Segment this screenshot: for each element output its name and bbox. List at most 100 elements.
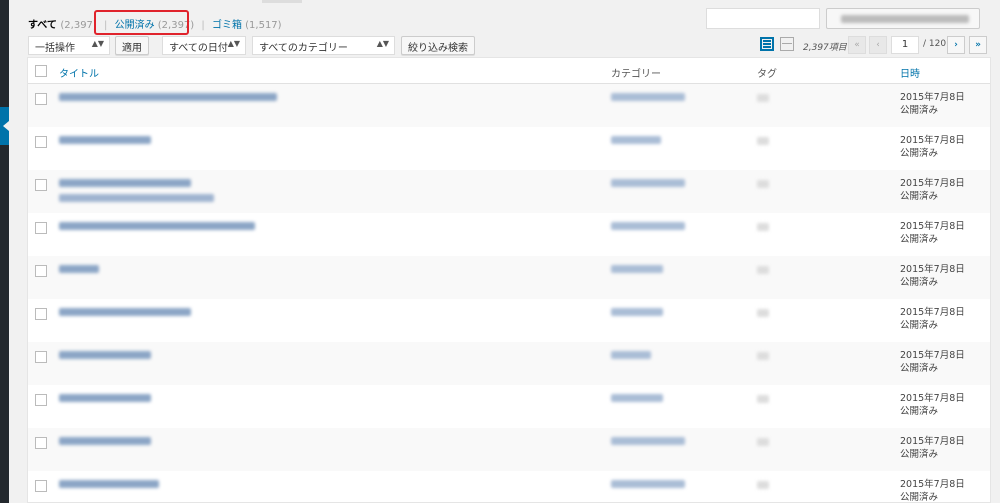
excerpt-view-icon[interactable]	[780, 37, 794, 51]
title-column-header[interactable]: タイトル	[59, 65, 99, 80]
post-title-link[interactable]	[59, 222, 255, 230]
post-title-link[interactable]	[59, 136, 151, 144]
post-date: 2015年7月8日 公開済み	[900, 392, 965, 418]
post-date-value: 2015年7月8日	[900, 135, 965, 146]
post-date-value: 2015年7月8日	[900, 436, 965, 447]
post-category-link[interactable]	[611, 179, 685, 187]
post-date-value: 2015年7月8日	[900, 264, 965, 275]
top-decoration	[262, 0, 302, 3]
post-tag	[757, 309, 769, 317]
row-checkbox[interactable]	[35, 437, 47, 449]
post-date-value: 2015年7月8日	[900, 307, 965, 318]
post-category-link[interactable]	[611, 351, 651, 359]
post-date-value: 2015年7月8日	[900, 479, 965, 490]
current-page-input[interactable]: 1	[891, 36, 919, 54]
row-checkbox[interactable]	[35, 308, 47, 320]
post-tag	[757, 481, 769, 489]
post-category-link[interactable]	[611, 93, 685, 101]
post-date: 2015年7月8日 公開済み	[900, 435, 965, 461]
post-category-link[interactable]	[611, 437, 685, 445]
post-category-link[interactable]	[611, 136, 661, 144]
post-category-link[interactable]	[611, 480, 685, 488]
date-filter-select[interactable]: すべての日付 ▲▼	[162, 36, 246, 55]
post-category-link[interactable]	[611, 222, 685, 230]
table-header: タイトル カテゴリー タグ 日時	[28, 58, 990, 84]
filter-button[interactable]: 絞り込み検索	[401, 36, 475, 55]
post-title-link[interactable]	[59, 265, 99, 273]
search-button[interactable]	[826, 8, 980, 29]
table-row: 2015年7月8日 公開済み	[28, 213, 990, 256]
status-trash-link[interactable]: ゴミ箱 (1,517)	[212, 20, 282, 31]
post-status: 公開済み	[900, 148, 939, 159]
post-title-link[interactable]	[59, 308, 191, 316]
post-category-link[interactable]	[611, 308, 663, 316]
row-checkbox[interactable]	[35, 265, 47, 277]
post-date-value: 2015年7月8日	[900, 350, 965, 361]
post-status: 公開済み	[900, 234, 939, 245]
bulk-actions-select[interactable]: 一括操作 ▲▼	[28, 36, 110, 55]
next-page-button[interactable]: ›	[947, 36, 965, 54]
table-row: 2015年7月8日 公開済み	[28, 299, 990, 342]
post-title-link[interactable]	[59, 179, 191, 187]
post-title-link[interactable]	[59, 351, 151, 359]
table-row: 2015年7月8日 公開済み	[28, 170, 990, 213]
post-category-link[interactable]	[611, 394, 663, 402]
post-title-link[interactable]	[59, 394, 151, 402]
select-caret-icon: ▲▼	[376, 39, 389, 48]
date-column-header[interactable]: 日時	[900, 65, 920, 80]
row-checkbox[interactable]	[35, 351, 47, 363]
table-row: 2015年7月8日 公開済み	[28, 84, 990, 127]
first-page-button[interactable]: «	[848, 36, 866, 54]
category-column-header: カテゴリー	[611, 69, 661, 80]
post-status: 公開済み	[900, 406, 939, 417]
row-checkbox[interactable]	[35, 480, 47, 492]
table-row: 2015年7月8日 公開済み	[28, 256, 990, 299]
post-title-link[interactable]	[59, 480, 159, 488]
post-status: 公開済み	[900, 492, 939, 503]
post-date-value: 2015年7月8日	[900, 92, 965, 103]
post-tag	[757, 223, 769, 231]
last-page-button[interactable]: »	[969, 36, 987, 54]
select-all-checkbox[interactable]	[35, 65, 47, 77]
post-date-value: 2015年7月8日	[900, 178, 965, 189]
post-date-value: 2015年7月8日	[900, 221, 965, 232]
post-tag	[757, 137, 769, 145]
post-tag	[757, 180, 769, 188]
row-checkbox[interactable]	[35, 179, 47, 191]
tags-column-header: タグ	[757, 69, 777, 80]
row-checkbox[interactable]	[35, 394, 47, 406]
post-date: 2015年7月8日 公開済み	[900, 134, 965, 160]
post-title-link-line2[interactable]	[59, 194, 214, 202]
post-tag	[757, 352, 769, 360]
post-tag	[757, 266, 769, 274]
total-pages: / 120	[923, 39, 947, 49]
post-tag	[757, 94, 769, 102]
post-status: 公開済み	[900, 363, 939, 374]
select-caret-icon: ▲▼	[91, 39, 104, 48]
list-view-icon[interactable]	[760, 37, 774, 51]
post-tag	[757, 438, 769, 446]
table-row: 2015年7月8日 公開済み	[28, 385, 990, 428]
post-date: 2015年7月8日 公開済み	[900, 263, 965, 289]
post-status: 公開済み	[900, 105, 939, 116]
status-all-link[interactable]: すべて (2,397)	[28, 20, 97, 31]
prev-page-button[interactable]: ‹	[869, 36, 887, 54]
table-row: 2015年7月8日 公開済み	[28, 127, 990, 170]
apply-button[interactable]: 適用	[115, 36, 149, 55]
post-category-link[interactable]	[611, 265, 663, 273]
category-filter-select[interactable]: すべてのカテゴリー ▲▼	[252, 36, 395, 55]
post-status: 公開済み	[900, 449, 939, 460]
post-title-link[interactable]	[59, 437, 151, 445]
search-input[interactable]	[706, 8, 820, 29]
post-status: 公開済み	[900, 191, 939, 202]
table-row: 2015年7月8日 公開済み	[28, 471, 990, 503]
post-status: 公開済み	[900, 277, 939, 288]
row-checkbox[interactable]	[35, 93, 47, 105]
post-tag	[757, 395, 769, 403]
post-date: 2015年7月8日 公開済み	[900, 306, 965, 332]
post-date: 2015年7月8日 公開済み	[900, 177, 965, 203]
row-checkbox[interactable]	[35, 136, 47, 148]
post-title-link[interactable]	[59, 93, 277, 101]
row-checkbox[interactable]	[35, 222, 47, 234]
select-caret-icon: ▲▼	[227, 39, 240, 48]
